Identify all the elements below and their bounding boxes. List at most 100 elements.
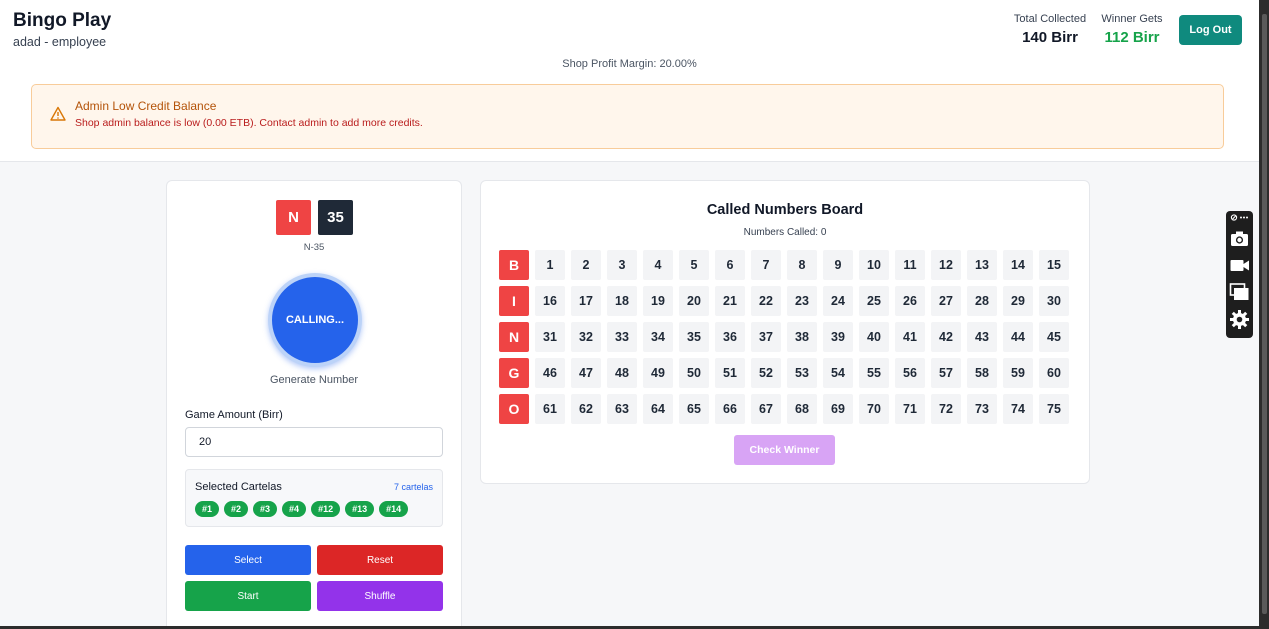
- board-row-g: G 46 47 48 49 50 51 52 53 54 55 56 57 58 59 60: [499, 358, 1069, 388]
- board-number-cell: 66: [715, 394, 745, 424]
- board-row-b: B 1 2 3 4 5 6 7 8 9 10 11 12 13 14 15: [499, 250, 1069, 280]
- generate-number-button[interactable]: CALLING...: [268, 273, 362, 367]
- board-number-cell: 55: [859, 358, 889, 388]
- link-more-icon[interactable]: [1230, 213, 1250, 222]
- winner-gets-label: Winner Gets: [1101, 13, 1163, 25]
- board-number-cell: 15: [1039, 250, 1069, 280]
- row-letter: G: [499, 358, 529, 388]
- board-number-cell: 50: [679, 358, 709, 388]
- board-number-cell: 45: [1039, 322, 1069, 352]
- board-number-cell: 74: [1003, 394, 1033, 424]
- cartela-chip[interactable]: #13: [345, 501, 375, 517]
- start-button[interactable]: Start: [185, 581, 311, 611]
- cartela-chip[interactable]: #14: [379, 501, 409, 517]
- board-number-cell: 35: [679, 322, 709, 352]
- select-button[interactable]: Select: [185, 545, 311, 575]
- game-amount-input[interactable]: [185, 427, 443, 457]
- cartela-chip[interactable]: #1: [195, 501, 220, 517]
- reset-button[interactable]: Reset: [317, 545, 443, 575]
- video-camera-icon[interactable]: [1229, 255, 1250, 276]
- board-number-cell: 48: [607, 358, 637, 388]
- winner-gets: Winner Gets 112 Birr: [1097, 13, 1167, 46]
- board-number-cell: 43: [967, 322, 997, 352]
- board-number-cell: 34: [643, 322, 673, 352]
- cartela-chip[interactable]: #12: [311, 501, 341, 517]
- generate-number-label: Generate Number: [269, 374, 359, 386]
- board-number-cell: 13: [967, 250, 997, 280]
- board-row-n: N 31 32 33 34 35 36 37 38 39 40 41 42 43 44 45: [499, 322, 1069, 352]
- board-number-cell: 54: [823, 358, 853, 388]
- board-number-cell: 51: [715, 358, 745, 388]
- winner-gets-value: 112 Birr: [1104, 29, 1160, 46]
- current-number: 35: [318, 200, 353, 235]
- board-number-cell: 61: [535, 394, 565, 424]
- board-number-cell: 63: [607, 394, 637, 424]
- total-collected-label: Total Collected: [1013, 13, 1087, 25]
- board-number-cell: 24: [823, 286, 853, 316]
- user-role: adad - employee: [13, 35, 107, 49]
- cartela-chip[interactable]: #2: [224, 501, 249, 517]
- numbers-called-count: Numbers Called: 0: [743, 227, 827, 238]
- total-collected: Total Collected 140 Birr: [1010, 13, 1090, 46]
- board-number-cell: 22: [751, 286, 781, 316]
- check-winner-button[interactable]: Check Winner: [734, 435, 835, 465]
- cartelas-count: 7 cartelas: [393, 482, 433, 492]
- board-number-cell: 57: [931, 358, 961, 388]
- header: Bingo Play adad - employee Total Collect…: [0, 0, 1259, 162]
- board-number-cell: 8: [787, 250, 817, 280]
- board-number-cell: 71: [895, 394, 925, 424]
- called-numbers-board: Called Numbers Board Numbers Called: 0 B…: [480, 180, 1090, 484]
- board-number-cell: 44: [1003, 322, 1033, 352]
- gear-icon[interactable]: [1229, 309, 1250, 330]
- board-number-cell: 1: [535, 250, 565, 280]
- current-letter: N: [276, 200, 311, 235]
- board-number-cell: 16: [535, 286, 565, 316]
- camera-icon[interactable]: [1229, 228, 1250, 249]
- board-number-cell: 47: [571, 358, 601, 388]
- selected-cartelas: Selected Cartelas 7 cartelas #1 #2 #3 #4…: [185, 469, 443, 527]
- board-number-cell: 67: [751, 394, 781, 424]
- row-letter: O: [499, 394, 529, 424]
- board-number-cell: 20: [679, 286, 709, 316]
- board-number-cell: 30: [1039, 286, 1069, 316]
- board-row-i: I 16 17 18 19 20 21 22 23 24 25 26 27 28 29 30: [499, 286, 1069, 316]
- board-number-cell: 59: [1003, 358, 1033, 388]
- shuffle-button[interactable]: Shuffle: [317, 581, 443, 611]
- board-number-cell: 32: [571, 322, 601, 352]
- floating-toolbar: [1226, 211, 1253, 338]
- board-number-cell: 11: [895, 250, 925, 280]
- cartela-chip[interactable]: #4: [282, 501, 307, 517]
- board-number-cell: 75: [1039, 394, 1069, 424]
- board-number-cell: 39: [823, 322, 853, 352]
- board-number-cell: 58: [967, 358, 997, 388]
- board-number-cell: 31: [535, 322, 565, 352]
- scrollbar-thumb[interactable]: [1262, 14, 1267, 614]
- board-number-cell: 14: [1003, 250, 1033, 280]
- windows-icon[interactable]: [1229, 282, 1250, 303]
- board-number-cell: 64: [643, 394, 673, 424]
- board-number-cell: 18: [607, 286, 637, 316]
- board-number-cell: 27: [931, 286, 961, 316]
- row-letter: I: [499, 286, 529, 316]
- board-number-cell: 12: [931, 250, 961, 280]
- board-number-cell: 68: [787, 394, 817, 424]
- board-number-cell: 6: [715, 250, 745, 280]
- cartela-chips: #1 #2 #3 #4 #12 #13 #14: [195, 501, 409, 517]
- cartela-chip[interactable]: #3: [253, 501, 278, 517]
- board-number-cell: 10: [859, 250, 889, 280]
- board-number-cell: 60: [1039, 358, 1069, 388]
- board-number-cell: 40: [859, 322, 889, 352]
- board-number-cell: 72: [931, 394, 961, 424]
- alert-message: Shop admin balance is low (0.00 ETB). Co…: [75, 117, 423, 129]
- logout-button[interactable]: Log Out: [1179, 15, 1242, 45]
- board-title: Called Numbers Board: [706, 202, 864, 218]
- board-number-cell: 53: [787, 358, 817, 388]
- board-number-cell: 37: [751, 322, 781, 352]
- board-number-cell: 42: [931, 322, 961, 352]
- board-number-cell: 49: [643, 358, 673, 388]
- board-number-cell: 23: [787, 286, 817, 316]
- game-amount-label: Game Amount (Birr): [185, 409, 283, 421]
- board-number-cell: 26: [895, 286, 925, 316]
- caller-panel: N 35 N-35 CALLING... Generate Number Gam…: [166, 180, 462, 629]
- board-number-cell: 41: [895, 322, 925, 352]
